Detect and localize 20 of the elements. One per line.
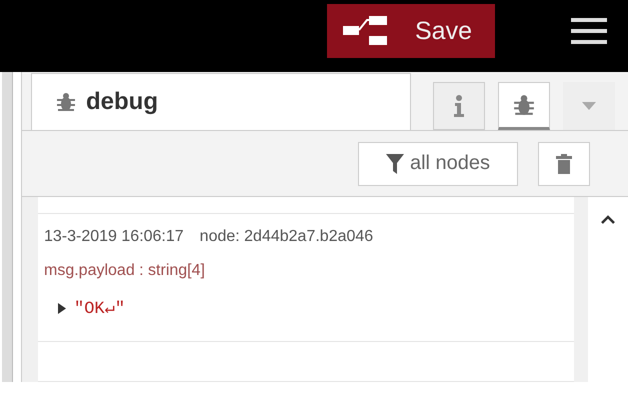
- expand-icon[interactable]: [58, 303, 66, 314]
- info-icon: [454, 95, 464, 117]
- filter-icon: [386, 154, 404, 174]
- debug-tab-button[interactable]: [498, 82, 550, 130]
- deploy-button[interactable]: Save: [327, 4, 495, 58]
- info-tab-button[interactable]: [433, 82, 485, 130]
- sidebar-tab[interactable]: debug: [31, 73, 411, 130]
- message-value: "OK↵": [74, 299, 126, 319]
- message-timestamp: 13-3-2019 16:06:17: [44, 228, 184, 246]
- caret-icon: [582, 102, 596, 110]
- message-topic: msg.payload : string[4]: [44, 262, 206, 280]
- bug-icon: [513, 94, 535, 116]
- trash-icon: [556, 154, 572, 174]
- menu-icon[interactable]: [571, 18, 607, 44]
- filter-button[interactable]: all nodes: [358, 142, 518, 186]
- bug-icon: [56, 92, 76, 112]
- node-label: node: 2d44b2a7.b2a046: [200, 228, 374, 246]
- scroll-up-icon[interactable]: [601, 215, 615, 224]
- deploy-icon: [341, 16, 389, 46]
- clear-button[interactable]: [538, 142, 590, 186]
